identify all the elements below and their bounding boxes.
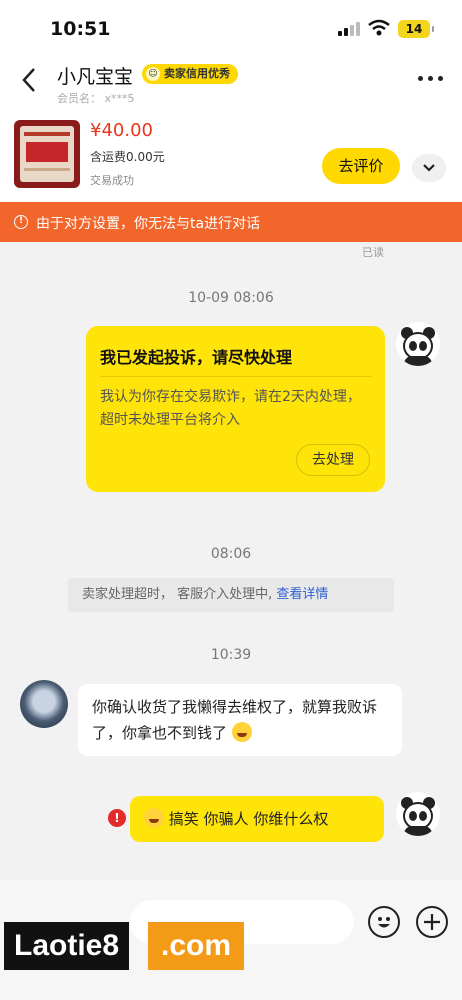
contact-name: 小凡宝宝 xyxy=(57,66,134,88)
chevron-down-icon xyxy=(423,164,435,172)
status-bar: 10:51 14 xyxy=(0,0,462,52)
system-message-text: 卖家处理超时， 客服介入处理中, xyxy=(82,587,273,602)
handle-button[interactable]: 去处理 xyxy=(296,444,370,476)
battery-icon: 14 xyxy=(398,20,434,38)
my-avatar[interactable] xyxy=(396,322,440,366)
outgoing-message-text: 搞笑 你骗人 你维什么权 xyxy=(168,810,329,828)
credit-badge: ☺ 卖家信用优秀 xyxy=(142,64,238,84)
incoming-message: 你确认收货了我懒得去维权了，就算我败诉了，你拿也不到钱了 xyxy=(78,684,402,756)
laugh-emoji-icon xyxy=(144,808,164,828)
contact-avatar[interactable] xyxy=(20,680,68,728)
credit-badge-label: 卖家信用优秀 xyxy=(164,67,230,80)
watermark-logo: Laotie8 .com xyxy=(4,922,244,970)
signal-icon xyxy=(338,22,360,36)
expand-button[interactable] xyxy=(412,154,446,182)
laugh-emoji-icon xyxy=(231,722,252,742)
plus-icon[interactable] xyxy=(416,906,448,938)
status-time: 10:51 xyxy=(50,18,111,40)
system-message: 卖家处理超时， 客服介入处理中, 查看详情 xyxy=(68,578,394,612)
product-card[interactable]: ¥40.00 含运费0.00元 交易成功 去评价 xyxy=(0,108,462,202)
timestamp: 10:39 xyxy=(210,647,252,663)
divider xyxy=(100,376,372,377)
send-failed-icon[interactable]: ! xyxy=(108,809,126,827)
timestamp: 08:06 xyxy=(210,546,252,562)
info-icon: ! xyxy=(14,215,28,229)
complaint-title: 我已发起投诉，请尽快处理 xyxy=(100,348,293,367)
restriction-text: 由于对方设置，你无法与ta进行对话 xyxy=(36,216,261,232)
read-receipt: 已读 xyxy=(362,246,384,259)
input-bar: Laotie8 .com xyxy=(0,880,462,1000)
chat-header: 小凡宝宝 ☺ 卖家信用优秀 会员名： x***5 xyxy=(0,52,462,108)
back-icon[interactable] xyxy=(18,66,42,94)
more-icon[interactable] xyxy=(418,76,444,84)
emoji-icon[interactable] xyxy=(368,906,400,938)
product-thumbnail[interactable] xyxy=(14,120,80,188)
outgoing-message: 搞笑 你骗人 你维什么权 xyxy=(130,796,384,842)
timestamp: 10-09 08:06 xyxy=(188,290,274,306)
product-price: ¥40.00 xyxy=(90,120,153,141)
watermark-left: Laotie8 xyxy=(4,922,130,970)
complaint-body: 我认为你存在交易欺诈，请在2天内处理，超时未处理平台将介入 xyxy=(100,389,361,428)
watermark-right: .com xyxy=(148,922,244,970)
shipping-fee: 含运费0.00元 xyxy=(90,150,165,164)
member-id: 会员名： x***5 xyxy=(57,92,135,105)
view-details-link[interactable]: 查看详情 xyxy=(276,587,328,602)
wifi-icon xyxy=(368,19,390,36)
my-avatar[interactable] xyxy=(396,792,440,836)
complaint-card: 我已发起投诉，请尽快处理 我认为你存在交易欺诈，请在2天内处理，超时未处理平台将… xyxy=(86,326,385,492)
review-button[interactable]: 去评价 xyxy=(322,148,400,184)
trade-status: 交易成功 xyxy=(90,174,134,187)
badge-smile-icon: ☺ xyxy=(146,67,160,81)
restriction-banner: ! 由于对方设置，你无法与ta进行对话 xyxy=(0,202,462,242)
